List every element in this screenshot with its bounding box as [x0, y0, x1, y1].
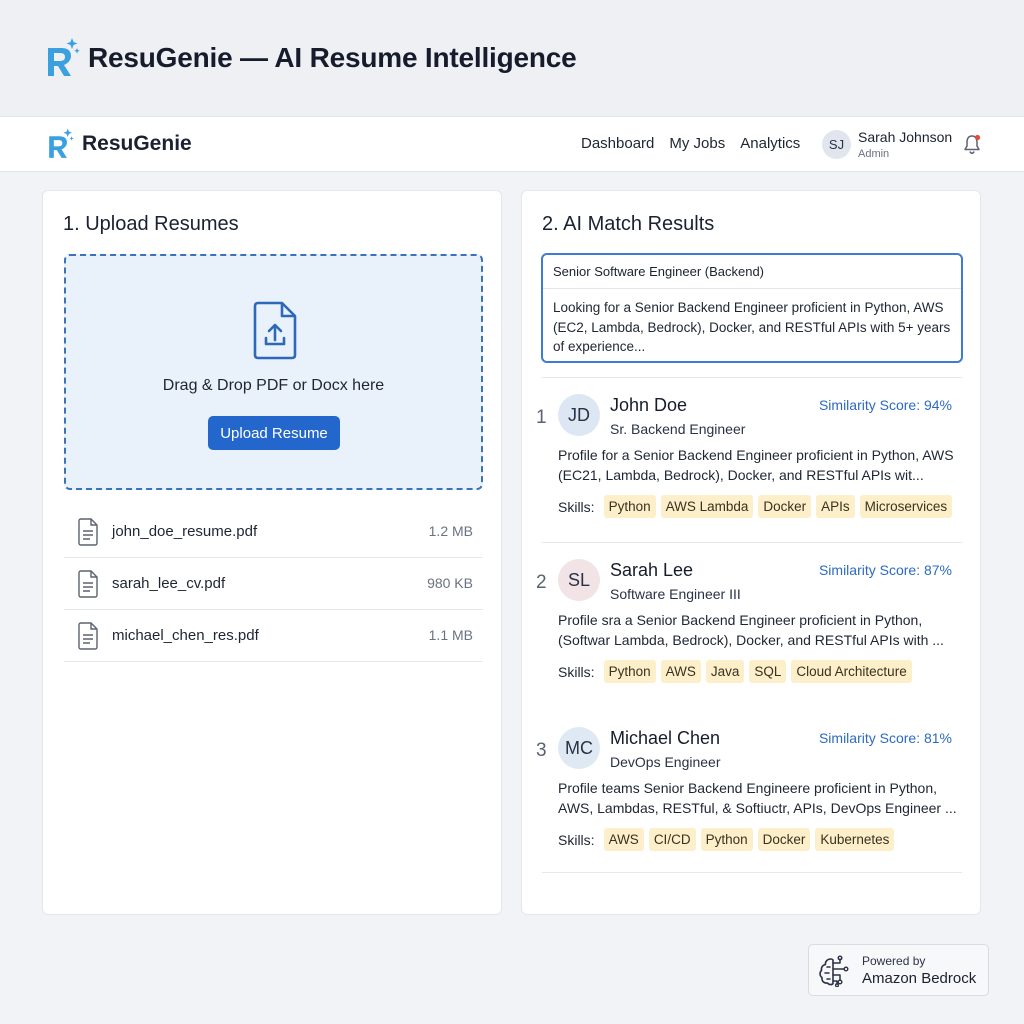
- nav-brand[interactable]: ResuGenie: [46, 127, 192, 161]
- candidate-summary: Profile sra a Senior Backend Engineer pr…: [558, 612, 944, 648]
- file-name: michael_chen_res.pdf: [112, 627, 259, 644]
- user-name: Sarah Johnson: [858, 129, 953, 145]
- skills-label: Skills:: [558, 663, 595, 680]
- skills-row: Skills: Python AWS Java SQL Cloud Archit…: [558, 660, 912, 683]
- page-header: ResuGenie — AI Resume Intelligence: [0, 0, 1024, 116]
- ai-brain-icon: [819, 955, 849, 987]
- resugenie-logo-icon: [49, 128, 74, 158]
- nav-link-dashboard[interactable]: Dashboard: [581, 135, 654, 152]
- resugenie-logo-icon: [48, 38, 80, 76]
- skill-tag[interactable]: CI/CD: [648, 828, 696, 851]
- page-title: ResuGenie — AI Resume Intelligence: [88, 42, 577, 73]
- skills-row: Skills: AWS CI/CD Python Docker Kubernet…: [558, 828, 895, 851]
- nav-link-my-jobs[interactable]: My Jobs: [669, 135, 725, 152]
- similarity-score: Similarity Score: 87%: [818, 562, 952, 578]
- result-rank: 1: [536, 407, 547, 428]
- job-description-input[interactable]: Senior Software Engineer (Backend) Looki…: [541, 253, 963, 363]
- result-rank: 3: [536, 740, 547, 761]
- candidate-summary: Profile for a Senior Backend Engineer pr…: [558, 447, 954, 483]
- file-size: 1.2 MB: [428, 523, 473, 539]
- skill-tag[interactable]: AWS: [603, 828, 644, 851]
- job-title-field[interactable]: Senior Software Engineer (Backend): [553, 264, 764, 279]
- file-size: 980 KB: [427, 575, 473, 591]
- file-list: john_doe_resume.pdf 1.2 MB sarah_lee_cv.…: [64, 506, 483, 662]
- match-heading: 2. AI Match Results: [542, 213, 715, 235]
- candidate-avatar: SL: [558, 559, 600, 601]
- result-rank: 2: [536, 572, 547, 593]
- skill-tag[interactable]: Docker: [757, 828, 811, 851]
- dropzone-text: Drag & Drop PDF or Docx here: [162, 377, 385, 394]
- file-row[interactable]: john_doe_resume.pdf 1.2 MB: [64, 506, 483, 558]
- powered-by-provider: Amazon Bedrock: [862, 970, 977, 987]
- nav-link-analytics[interactable]: Analytics: [740, 135, 800, 152]
- result-card[interactable]: 1 JD John Doe Sr. Backend Engineer Simil…: [522, 377, 982, 542]
- skill-tag[interactable]: Docker: [758, 495, 812, 518]
- powered-by-label: Powered by: [862, 954, 926, 968]
- divider: [542, 377, 962, 378]
- skill-tag[interactable]: Python: [603, 495, 656, 518]
- file-name: sarah_lee_cv.pdf: [112, 575, 226, 592]
- skills-row: Skills: Python AWS Lambda Docker APIs Mi…: [558, 495, 953, 518]
- candidate-avatar: MC: [558, 727, 600, 769]
- document-icon: [78, 518, 98, 546]
- skills-label: Skills:: [558, 831, 595, 848]
- job-description-text[interactable]: Looking for a Senior Backend Engineer pr…: [553, 298, 953, 357]
- candidate-summary: Profile teams Senior Backend Engineere p…: [558, 780, 957, 816]
- upload-resume-button[interactable]: Upload Resume: [208, 416, 340, 450]
- upload-heading: 1. Upload Resumes: [63, 213, 239, 235]
- navbar: ResuGenie Dashboard My Jobs Analytics SJ…: [0, 116, 1024, 172]
- skill-tag[interactable]: Microservices: [859, 495, 953, 518]
- divider: [542, 542, 962, 543]
- skill-tag[interactable]: AWS: [660, 660, 701, 683]
- candidate-name[interactable]: Michael Chen: [610, 728, 720, 749]
- result-card[interactable]: 3 MC Michael Chen DevOps Engineer Simila…: [522, 710, 982, 875]
- candidate-role: Sr. Backend Engineer: [610, 421, 746, 437]
- file-size: 1.1 MB: [428, 627, 473, 643]
- candidate-name[interactable]: Sarah Lee: [610, 560, 693, 581]
- skill-tag[interactable]: APIs: [816, 495, 855, 518]
- file-row[interactable]: michael_chen_res.pdf 1.1 MB: [64, 610, 483, 662]
- file-name: john_doe_resume.pdf: [112, 523, 258, 540]
- powered-by-badge[interactable]: Powered by Amazon Bedrock: [808, 944, 989, 996]
- user-avatar[interactable]: SJ: [822, 130, 851, 159]
- skill-tag[interactable]: Python: [700, 828, 753, 851]
- result-card[interactable]: 2 SL Sarah Lee Software Engineer III Sim…: [522, 542, 982, 707]
- skill-tag[interactable]: Kubernetes: [815, 828, 895, 851]
- skills-label: Skills:: [558, 498, 595, 515]
- candidate-avatar: JD: [558, 394, 600, 436]
- document-icon: [78, 570, 98, 598]
- candidate-name[interactable]: John Doe: [610, 395, 687, 416]
- match-card: 2. AI Match Results Senior Software Engi…: [521, 190, 981, 915]
- divider: [543, 288, 961, 289]
- candidate-role: Software Engineer III: [610, 586, 741, 602]
- skill-tag[interactable]: SQL: [749, 660, 787, 683]
- file-row[interactable]: sarah_lee_cv.pdf 980 KB: [64, 558, 483, 610]
- skill-tag[interactable]: Cloud Architecture: [791, 660, 912, 683]
- divider: [542, 872, 962, 873]
- similarity-score: Similarity Score: 94%: [818, 397, 952, 413]
- user-role: Admin: [858, 148, 890, 160]
- brand-name: ResuGenie: [82, 132, 192, 155]
- skill-tag[interactable]: AWS Lambda: [660, 495, 754, 518]
- similarity-score: Similarity Score: 81%: [818, 730, 952, 746]
- skill-tag[interactable]: Java: [705, 660, 745, 683]
- nav-links: Dashboard My Jobs Analytics: [581, 135, 800, 152]
- document-icon: [78, 622, 98, 650]
- candidate-role: DevOps Engineer: [610, 754, 721, 770]
- upload-card: 1. Upload Resumes Drag & Drop PDF or Doc…: [42, 190, 502, 915]
- file-upload-icon: [253, 301, 297, 360]
- notification-bell-icon[interactable]: [960, 133, 984, 157]
- skill-tag[interactable]: Python: [603, 660, 656, 683]
- dropzone[interactable]: Drag & Drop PDF or Docx here Upload Resu…: [64, 254, 483, 490]
